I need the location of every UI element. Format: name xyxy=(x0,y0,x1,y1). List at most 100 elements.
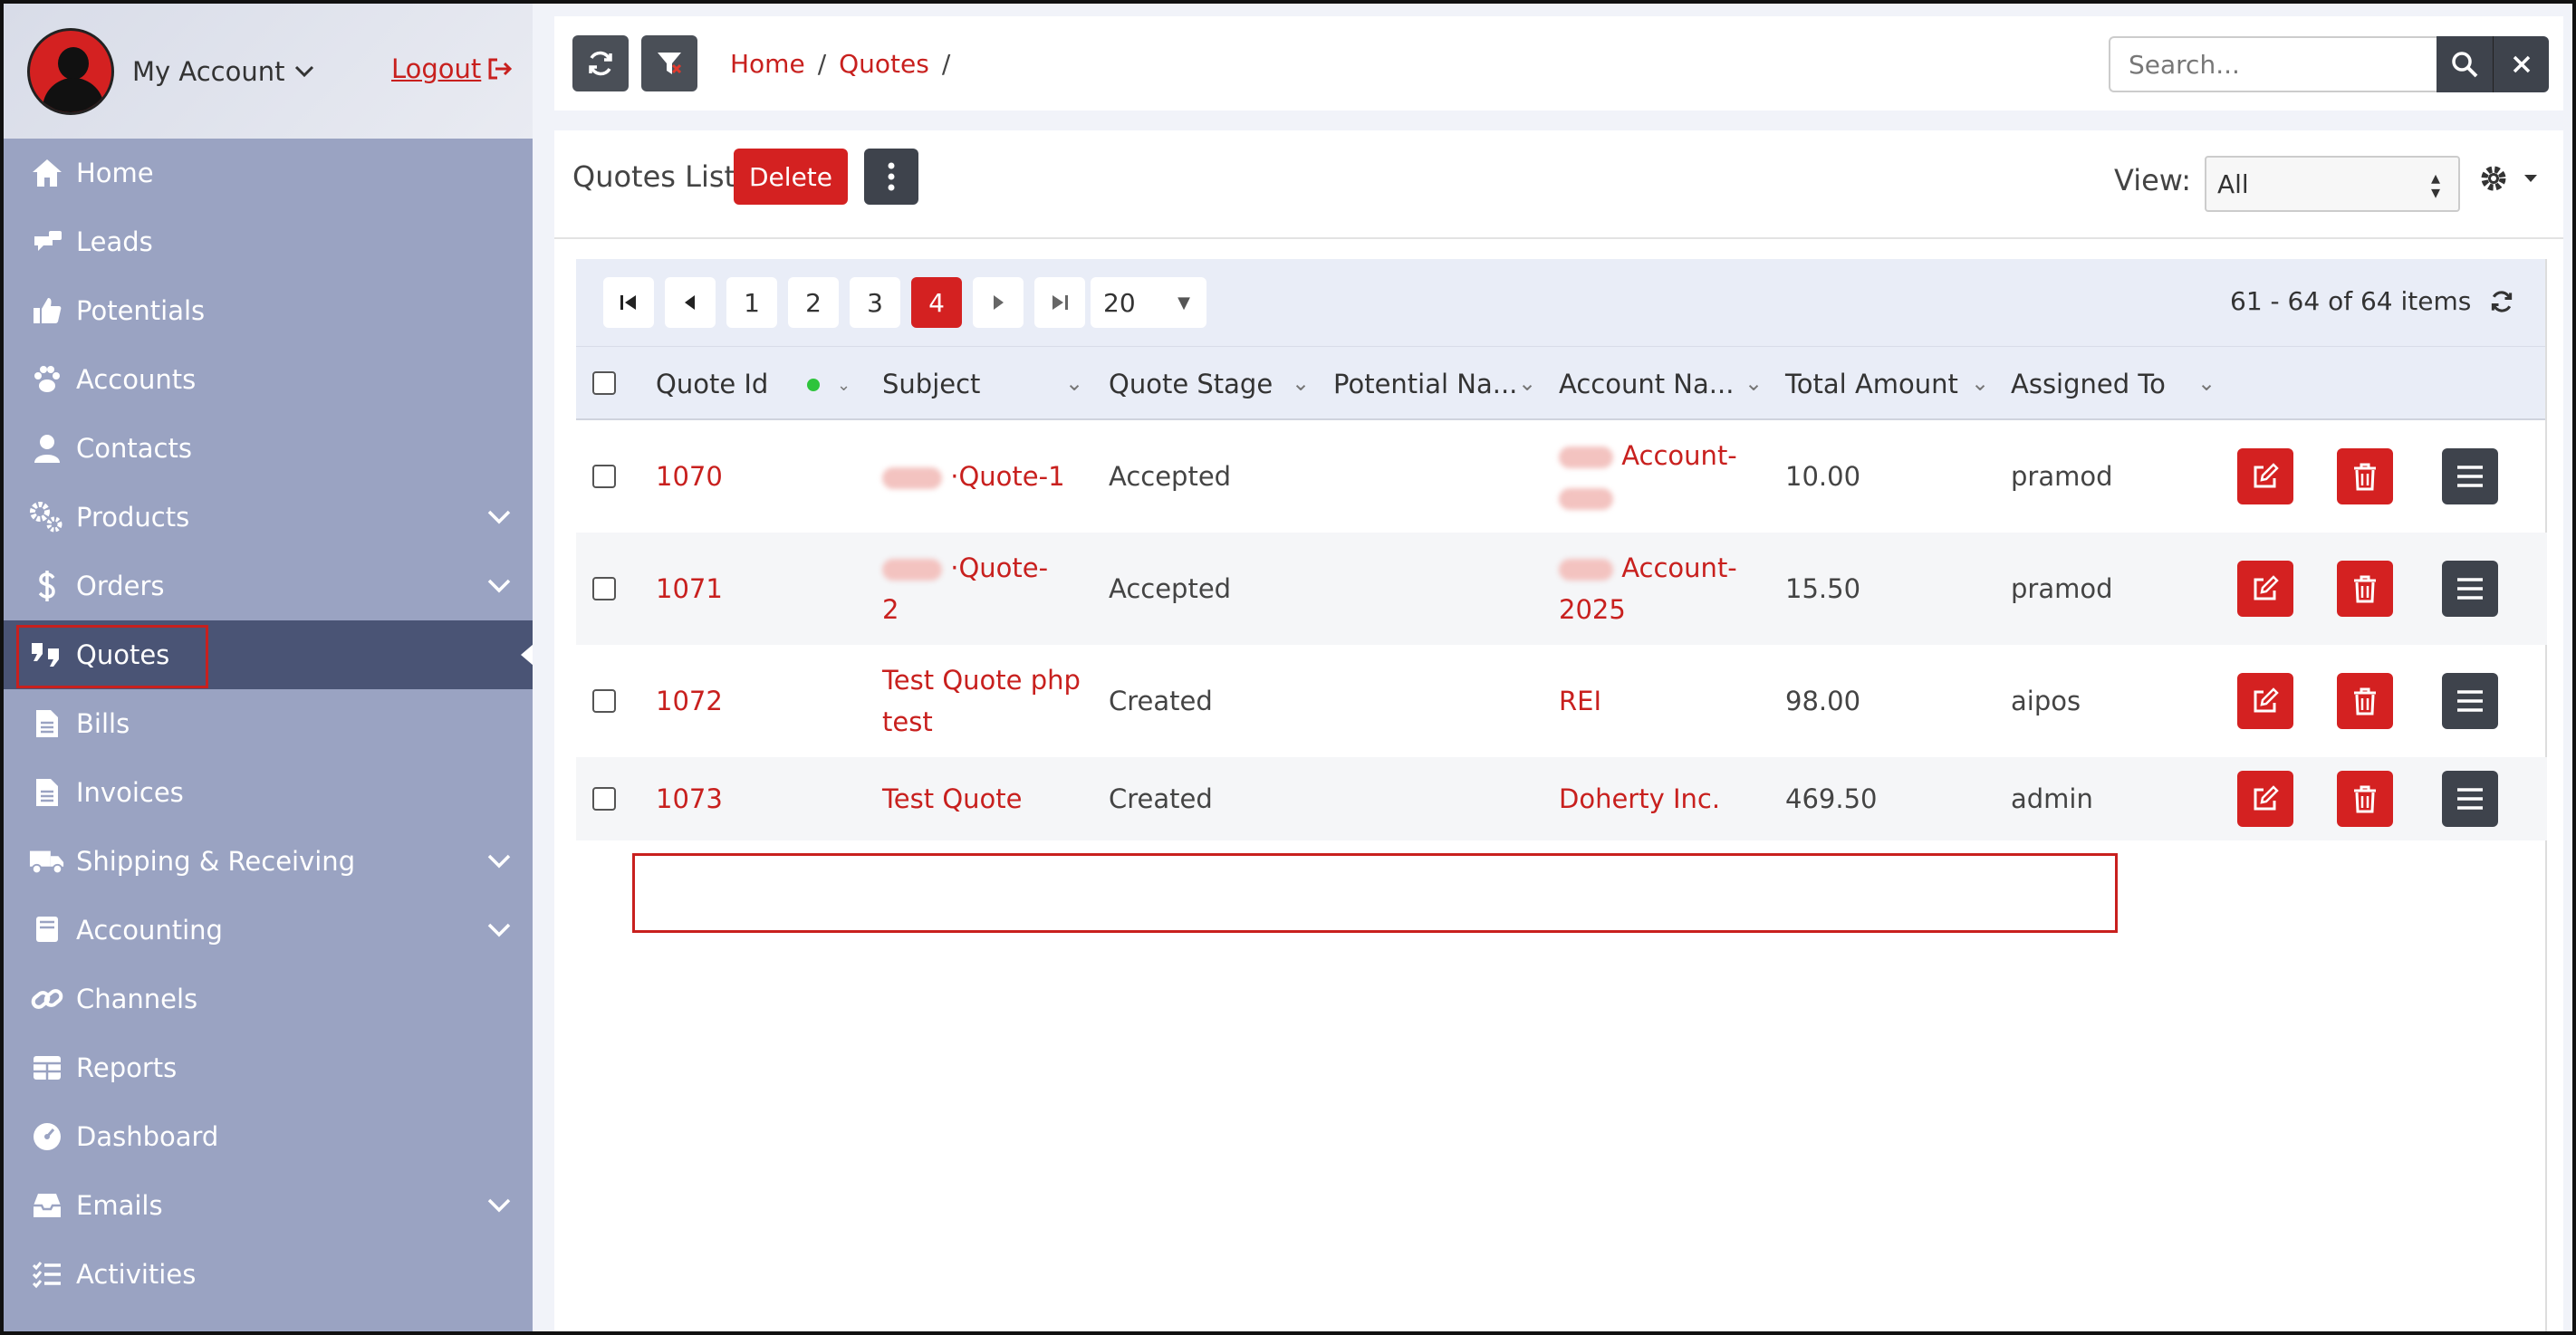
table-row[interactable]: 1071 ·Quote- 2 Accepted Account- 2025 15.5… xyxy=(576,533,2547,645)
sidebar-item-products[interactable]: Products xyxy=(4,483,533,552)
page-2-button[interactable]: 2 xyxy=(788,277,839,328)
row-checkbox[interactable] xyxy=(592,689,616,713)
sidebar-item-contacts[interactable]: Contacts xyxy=(4,414,533,483)
row-menu-button[interactable] xyxy=(2442,673,2498,729)
quote-id-link[interactable]: 1071 xyxy=(656,568,723,610)
table-row[interactable]: 1070 ·Quote-1 Accepted Account- 10.00 pr… xyxy=(576,420,2547,533)
first-page-button[interactable] xyxy=(603,277,654,328)
column-label: Potential Na... xyxy=(1333,369,1518,399)
select-all-checkbox[interactable] xyxy=(592,371,616,395)
more-actions-button[interactable] xyxy=(864,149,918,205)
column-menu-icon[interactable]: ⌄ xyxy=(2197,370,2216,396)
edit-button[interactable] xyxy=(2237,771,2293,827)
edit-button[interactable] xyxy=(2237,561,2293,617)
column-menu-icon[interactable]: ⌄ xyxy=(1745,370,1763,396)
delete-row-button[interactable] xyxy=(2337,673,2393,729)
page-4-button[interactable]: 4 xyxy=(911,277,962,328)
page-3-button[interactable]: 3 xyxy=(850,277,900,328)
account-link[interactable]: Doherty Inc. xyxy=(1559,778,1720,820)
page-1-button[interactable]: 1 xyxy=(726,277,777,328)
sidebar-item-leads[interactable]: Leads xyxy=(4,207,533,276)
subject-link[interactable]: Test Quote php test xyxy=(882,659,1100,743)
view-select[interactable]: All ▴ ▾ xyxy=(2205,156,2460,212)
row-checkbox[interactable] xyxy=(592,577,616,600)
search-input[interactable]: Search... xyxy=(2109,36,2437,92)
delete-row-button[interactable] xyxy=(2337,771,2393,827)
settings-menu[interactable] xyxy=(2478,163,2538,194)
column-header-total-amount[interactable]: Total Amount xyxy=(1785,369,1958,399)
subject-link[interactable]: ·Quote-1 xyxy=(882,456,1065,497)
chevron-down-icon[interactable] xyxy=(485,503,513,530)
sidebar-item-activities[interactable]: Activities xyxy=(4,1240,533,1309)
row-menu-button[interactable] xyxy=(2442,561,2498,617)
sidebar-item-emails[interactable]: Emails xyxy=(4,1171,533,1240)
quote-stage: Created xyxy=(1109,783,1213,814)
column-menu-icon[interactable]: ⌄ xyxy=(1518,370,1536,396)
sidebar-item-dashboard[interactable]: Dashboard xyxy=(4,1102,533,1171)
column-header-account-name[interactable]: Account Na... xyxy=(1559,369,1734,399)
search-button[interactable] xyxy=(2437,36,2493,92)
sidebar-item-reports[interactable]: Reports xyxy=(4,1033,533,1102)
clear-filter-button[interactable] xyxy=(641,35,697,91)
chevron-down-icon[interactable] xyxy=(485,847,513,874)
redacted-text xyxy=(882,467,942,489)
quote-id-link[interactable]: 1073 xyxy=(656,778,723,820)
chevron-down-icon[interactable] xyxy=(485,1191,513,1218)
row-checkbox[interactable] xyxy=(592,787,616,811)
status-dot-icon xyxy=(807,379,820,391)
delete-button[interactable]: Delete xyxy=(734,149,848,205)
last-page-button[interactable] xyxy=(1034,277,1085,328)
edit-button[interactable] xyxy=(2237,673,2293,729)
refresh-button[interactable] xyxy=(572,35,629,91)
sidebar-item-accounting[interactable]: Accounting xyxy=(4,896,533,965)
table-row[interactable]: 1072 Test Quote php test Created REI 98.0… xyxy=(576,645,2547,757)
logout-link[interactable]: Logout xyxy=(391,53,514,84)
column-header-subject[interactable]: Subject xyxy=(882,369,980,399)
column-header-assigned-to[interactable]: Assigned To xyxy=(2011,369,2166,399)
subject-link[interactable]: ·Quote- 2 xyxy=(882,547,1081,630)
sidebar-item-invoices[interactable]: Invoices xyxy=(4,758,533,827)
avatar[interactable] xyxy=(27,27,114,115)
quote-id-link[interactable]: 1070 xyxy=(656,456,723,497)
breadcrumb-home[interactable]: Home xyxy=(730,49,805,79)
account-link[interactable]: REI xyxy=(1559,680,1601,722)
page-size-select[interactable]: 20 ▼ xyxy=(1091,277,1206,328)
sidebar-item-quotes[interactable]: Quotes xyxy=(4,620,533,689)
chevron-down-icon[interactable] xyxy=(485,571,513,599)
sidebar-item-home[interactable]: Home xyxy=(4,139,533,207)
column-header-quote-stage[interactable]: Quote Stage xyxy=(1109,369,1273,399)
account-link[interactable]: Account- xyxy=(1559,435,1740,518)
sidebar-item-shipping[interactable]: Shipping & Receiving xyxy=(4,827,533,896)
row-menu-button[interactable] xyxy=(2442,771,2498,827)
column-header-potential-name[interactable]: Potential Na... xyxy=(1333,369,1517,399)
next-page-button[interactable] xyxy=(973,277,1024,328)
search-box: Search... xyxy=(2109,36,2549,92)
row-checkbox[interactable] xyxy=(592,465,616,488)
breadcrumb-quotes[interactable]: Quotes xyxy=(839,49,929,79)
delete-row-button[interactable] xyxy=(2337,561,2393,617)
chevron-down-icon[interactable] xyxy=(485,916,513,943)
delete-row-button[interactable] xyxy=(2337,448,2393,504)
quote-id-link[interactable]: 1072 xyxy=(656,680,723,722)
prev-page-button[interactable] xyxy=(665,277,716,328)
column-menu-icon[interactable]: ⌄ xyxy=(1065,370,1083,396)
sidebar-item-accounts[interactable]: Accounts xyxy=(4,345,533,414)
sidebar-item-potentials[interactable]: Potentials xyxy=(4,276,533,345)
column-header-quote-id[interactable]: Quote Id xyxy=(656,369,768,399)
sidebar-item-orders[interactable]: Orders xyxy=(4,552,533,620)
account-link[interactable]: Account- 2025 xyxy=(1559,547,1740,630)
sidebar-item-bills[interactable]: Bills xyxy=(4,689,533,758)
pager-info: 61 - 64 of 64 items xyxy=(2230,286,2514,316)
subject-link[interactable]: Test Quote xyxy=(882,778,1023,820)
edit-button[interactable] xyxy=(2237,448,2293,504)
refresh-icon[interactable] xyxy=(2489,289,2514,314)
sidebar-item-label: Emails xyxy=(76,1190,163,1221)
column-menu-icon[interactable]: ⌄ xyxy=(1971,370,1989,396)
sidebar-item-channels[interactable]: Channels xyxy=(4,965,533,1033)
table-row[interactable]: 1073 Test Quote Created Doherty Inc. 469… xyxy=(576,757,2547,840)
clear-search-button[interactable] xyxy=(2493,36,2549,92)
row-menu-button[interactable] xyxy=(2442,448,2498,504)
column-menu-icon[interactable]: ⌄ xyxy=(837,376,851,395)
my-account-menu[interactable]: My Account xyxy=(132,56,314,87)
column-menu-icon[interactable]: ⌄ xyxy=(1292,370,1310,396)
